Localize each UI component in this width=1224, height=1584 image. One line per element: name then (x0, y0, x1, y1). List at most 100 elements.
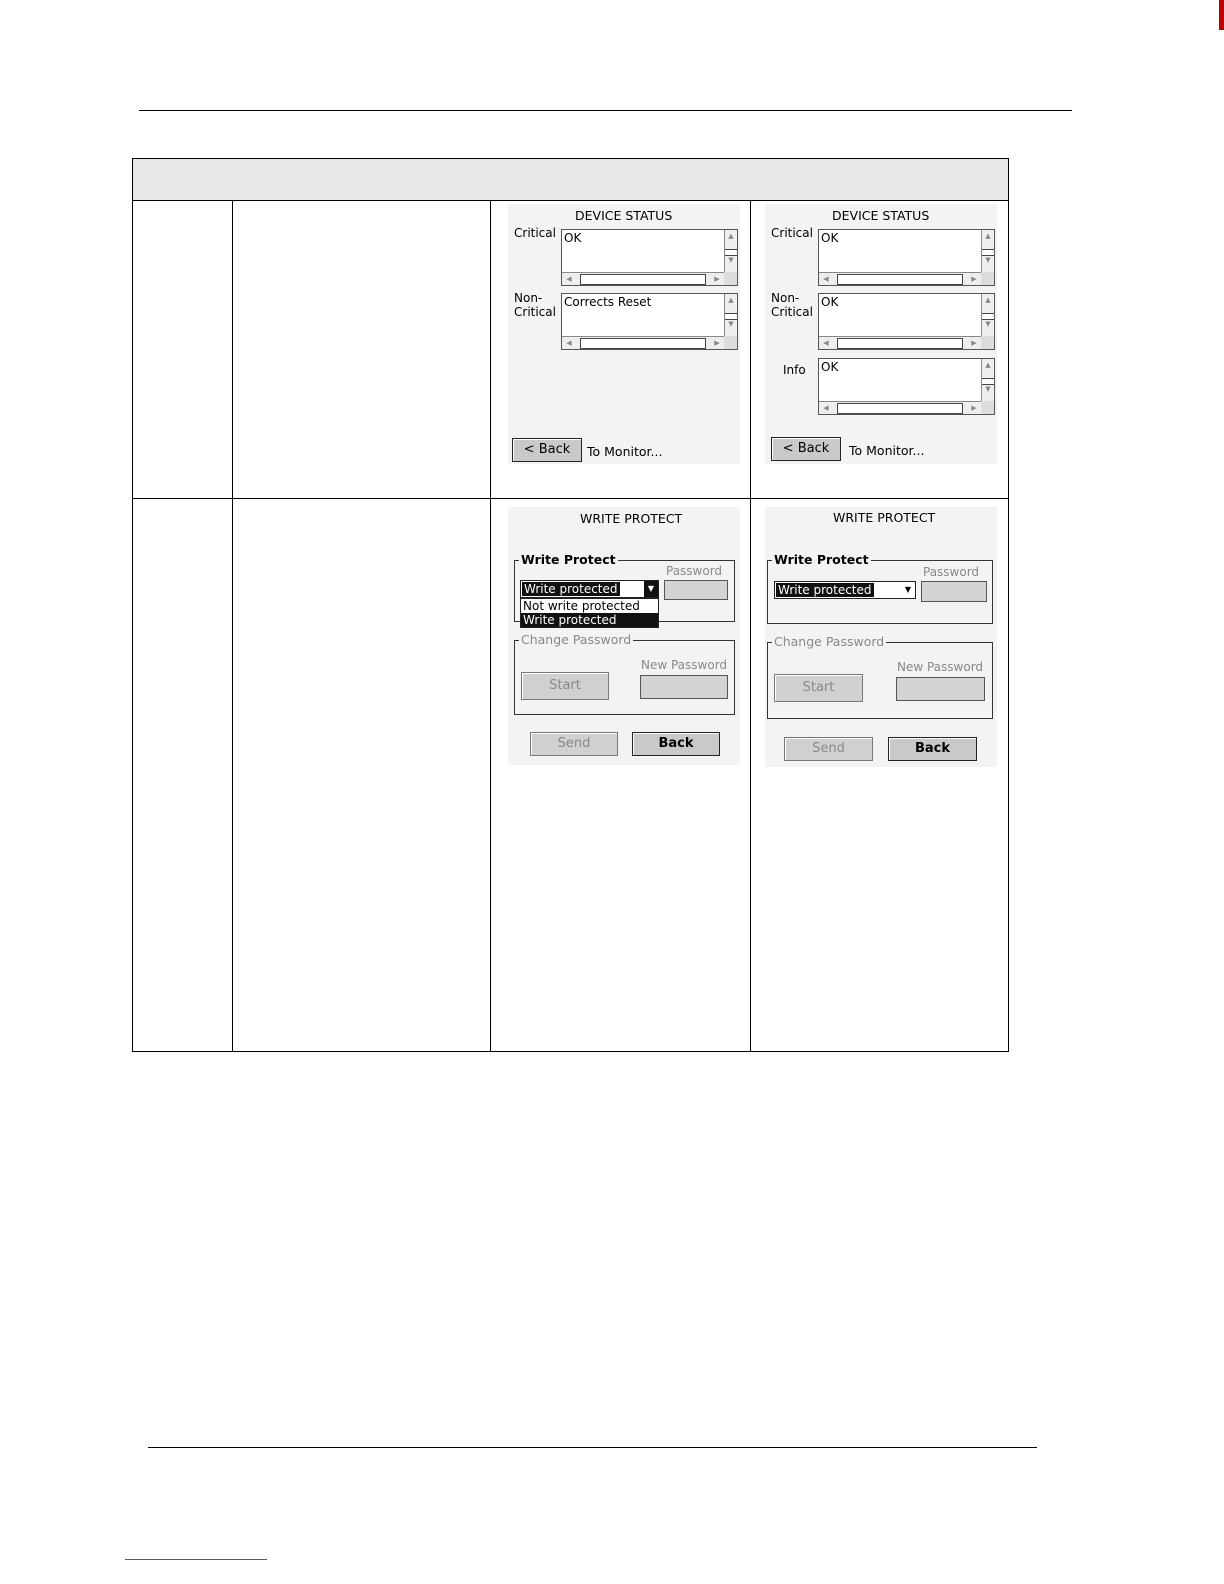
info-label: Info (783, 363, 806, 377)
noncritical-value: Corrects Reset (564, 295, 652, 309)
device-status-screen-left: DEVICE STATUS Critical OK ▲ ▼ ◀ ▶ Non- Crit… (508, 204, 740, 464)
scroll-down-icon[interactable]: ▼ (726, 318, 736, 330)
scroll-corner (724, 272, 737, 285)
horizontal-scrollbar[interactable]: ◀ ▶ (819, 336, 981, 349)
start-button[interactable]: Start (774, 674, 863, 702)
write-protect-group: Write Protect Password Write protected ▼ (767, 552, 993, 624)
col-divider-2 (490, 200, 491, 1051)
dropdown-selected: Write protected (522, 582, 620, 596)
row-divider (133, 498, 1008, 499)
change-password-group: Change Password New Password Start (514, 632, 735, 715)
screen-title: DEVICE STATUS (832, 208, 930, 223)
critical-value: OK (821, 231, 839, 245)
scroll-right-icon[interactable]: ▶ (967, 273, 981, 285)
scroll-up-icon[interactable]: ▲ (726, 294, 736, 306)
noncritical-value: OK (821, 295, 839, 309)
horizontal-scrollbar[interactable]: ◀ ▶ (562, 336, 724, 349)
noncritical-label-line1: Non- (771, 291, 800, 305)
back-hint: To Monitor... (849, 443, 925, 458)
new-password-field[interactable] (896, 677, 985, 701)
send-button[interactable]: Send (784, 737, 873, 761)
noncritical-label: Non- Critical (771, 291, 813, 319)
dropdown-options: Not write protected Write protected (520, 598, 659, 628)
back-button[interactable]: < Back (771, 437, 841, 461)
critical-listbox[interactable]: OK ▲ ▼ ◀ ▶ (818, 229, 995, 286)
critical-value: OK (564, 231, 582, 245)
scroll-down-icon[interactable]: ▼ (983, 254, 993, 266)
new-password-label: New Password (641, 658, 728, 672)
horizontal-scrollbar[interactable]: ◀ ▶ (562, 272, 724, 285)
send-button[interactable]: Send (530, 732, 618, 756)
scroll-thumb[interactable] (837, 403, 963, 414)
critical-label: Critical (514, 226, 556, 240)
back-button[interactable]: Back (888, 737, 977, 761)
scroll-left-icon[interactable]: ◀ (562, 273, 576, 285)
scroll-right-icon[interactable]: ▶ (967, 402, 981, 414)
dropdown-selected: Write protected (776, 583, 874, 597)
vertical-scrollbar[interactable]: ▲ ▼ (981, 359, 994, 401)
scroll-left-icon[interactable]: ◀ (819, 337, 833, 349)
screen-title: WRITE PROTECT (580, 511, 683, 526)
back-button[interactable]: Back (632, 732, 720, 756)
password-label: Password (666, 564, 723, 578)
dropdown-option[interactable]: Not write protected (521, 599, 658, 613)
write-protect-screen-right: WRITE PROTECT Write Protect Password Wri… (765, 507, 997, 767)
password-field[interactable] (921, 581, 987, 602)
procedure-table: DEVICE STATUS Critical OK ▲ ▼ ◀ ▶ Non- Crit… (132, 158, 1009, 1052)
vertical-scrollbar[interactable]: ▲ ▼ (724, 230, 737, 272)
new-password-field[interactable] (640, 675, 728, 699)
scroll-up-icon[interactable]: ▲ (983, 294, 993, 306)
device-status-screen-right: DEVICE STATUS Critical OK ▲ ▼ ◀ ▶ Non- Crit… (765, 204, 997, 464)
scroll-up-icon[interactable]: ▲ (983, 359, 993, 371)
password-label: Password (923, 565, 980, 579)
scroll-right-icon[interactable]: ▶ (710, 337, 724, 349)
back-button[interactable]: < Back (512, 438, 582, 462)
noncritical-label-line1: Non- (514, 291, 543, 305)
col-divider-1 (232, 200, 233, 1051)
noncritical-label-line2: Critical (771, 305, 813, 319)
info-listbox[interactable]: OK ▲ ▼ ◀ ▶ (818, 358, 995, 415)
vertical-scrollbar[interactable]: ▲ ▼ (981, 230, 994, 272)
footer-rule (148, 1447, 1037, 1448)
critical-label: Critical (771, 226, 813, 240)
screen-title: DEVICE STATUS (575, 208, 673, 223)
group-legend: Change Password (519, 632, 634, 647)
noncritical-label-line2: Critical (514, 305, 556, 319)
scroll-up-icon[interactable]: ▲ (983, 230, 993, 242)
scroll-left-icon[interactable]: ◀ (562, 337, 576, 349)
info-value: OK (821, 360, 839, 374)
scroll-left-icon[interactable]: ◀ (819, 273, 833, 285)
scroll-thumb[interactable] (580, 338, 706, 349)
scroll-right-icon[interactable]: ▶ (710, 273, 724, 285)
vertical-scrollbar[interactable]: ▲ ▼ (981, 294, 994, 336)
scroll-thumb[interactable] (837, 338, 963, 349)
scroll-down-icon[interactable]: ▼ (983, 383, 993, 395)
group-legend: Write Protect (772, 552, 871, 567)
group-legend: Write Protect (519, 552, 618, 567)
critical-listbox[interactable]: OK ▲ ▼ ◀ ▶ (561, 229, 738, 286)
scroll-left-icon[interactable]: ◀ (819, 402, 833, 414)
scroll-right-icon[interactable]: ▶ (967, 337, 981, 349)
noncritical-listbox[interactable]: Corrects Reset ▲ ▼ ◀ ▶ (561, 293, 738, 350)
write-protect-dropdown[interactable]: Write protected ▼ (774, 581, 916, 599)
write-protect-dropdown[interactable]: Write protected ▼ (520, 580, 659, 598)
password-field[interactable] (664, 580, 728, 600)
horizontal-scrollbar[interactable]: ◀ ▶ (819, 272, 981, 285)
scroll-down-icon[interactable]: ▼ (726, 254, 736, 266)
scroll-thumb[interactable] (837, 274, 963, 285)
scroll-thumb[interactable] (580, 274, 706, 285)
page-edge-marker (1219, 0, 1224, 30)
noncritical-listbox[interactable]: OK ▲ ▼ ◀ ▶ (818, 293, 995, 350)
chevron-down-icon[interactable]: ▼ (644, 581, 658, 597)
start-button[interactable]: Start (521, 672, 609, 700)
scroll-corner (981, 401, 994, 414)
scroll-up-icon[interactable]: ▲ (726, 230, 736, 242)
dropdown-option-highlighted[interactable]: Write protected (521, 613, 658, 627)
horizontal-scrollbar[interactable]: ◀ ▶ (819, 401, 981, 414)
noncritical-label: Non- Critical (514, 291, 556, 319)
vertical-scrollbar[interactable]: ▲ ▼ (724, 294, 737, 336)
scroll-down-icon[interactable]: ▼ (983, 318, 993, 330)
chevron-down-icon[interactable]: ▼ (901, 582, 915, 598)
footer-link-underline[interactable] (125, 1559, 267, 1560)
group-legend: Change Password (772, 634, 887, 649)
